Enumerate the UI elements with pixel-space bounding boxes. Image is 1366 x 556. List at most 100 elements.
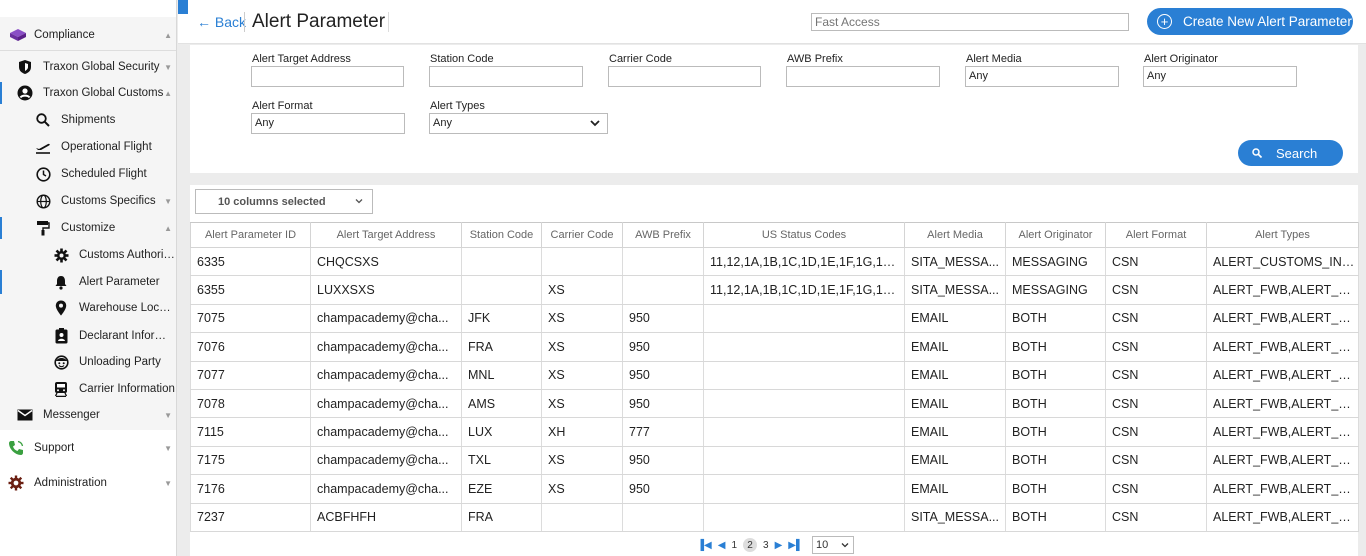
sidebar-item-customs-specifics[interactable]: Customs Specifics ▼	[0, 191, 176, 211]
table-cell: MESSAGING	[1005, 246, 1106, 277]
table-cell	[541, 502, 623, 532]
table-cell: CSN	[1105, 332, 1207, 362]
sidebar-item-operational-flight[interactable]: Operational Flight	[0, 137, 176, 157]
table-row[interactable]: 7076 champacademy@cha... FRA XS 950 EMAIL BOTH…	[190, 332, 1359, 362]
shield-icon	[15, 57, 35, 77]
sidebar-item-customize[interactable]: Customize ▲	[0, 218, 176, 238]
column-header[interactable]: AWB Prefix	[622, 222, 704, 248]
alert-originator-select[interactable]: Any	[1143, 66, 1297, 87]
table-cell: BOTH	[1005, 502, 1106, 532]
sidebar-item-declarant-information[interactable]: Declarant Informat...	[0, 326, 176, 346]
column-header[interactable]: Station Code	[461, 222, 542, 248]
table-cell: 7077	[190, 360, 311, 390]
table-row[interactable]: 6355 LUXXSXS XS 11,12,1A,1B,1C,1D,1E,1F,1G,…	[190, 275, 1359, 305]
table-row[interactable]: 7175 champacademy@cha... TXL XS 950 EMAIL BOTH…	[190, 445, 1359, 476]
column-header[interactable]: Alert Target Address	[310, 222, 462, 248]
sidebar-item-support[interactable]: Support ▼	[0, 438, 176, 458]
table-cell: FRA	[461, 332, 542, 362]
chevron-down-icon	[590, 120, 600, 127]
page-number[interactable]: 3	[763, 540, 769, 551]
alert-format-select[interactable]: Any	[251, 113, 405, 134]
sidebar-item-label: Messenger	[43, 409, 100, 421]
search-icon	[33, 110, 53, 130]
awb-prefix-input[interactable]	[786, 66, 940, 87]
prev-page-icon[interactable]: ◀	[718, 540, 726, 551]
page-number-current[interactable]: 2	[743, 538, 757, 552]
table-cell: MESSAGING	[1005, 275, 1106, 305]
table-cell: 7176	[190, 474, 311, 504]
search-button[interactable]: Search	[1238, 140, 1343, 166]
table-cell: 7115	[190, 417, 311, 447]
back-button[interactable]: ← Back	[197, 14, 246, 30]
column-header[interactable]: US Status Codes	[703, 222, 905, 248]
sidebar-item-scheduled-flight[interactable]: Scheduled Flight	[0, 164, 176, 184]
chevron-down-icon: ▼	[164, 478, 172, 488]
table-row[interactable]: 6335 CHQCSXS 11,12,1A,1B,1C,1D,1E,1F,1G,1H…	[190, 246, 1359, 277]
table-cell: EMAIL	[904, 332, 1006, 362]
column-header[interactable]: Alert Originator	[1005, 222, 1106, 248]
table-row[interactable]: 7077 champacademy@cha... MNL XS 950 EMAIL BOTH…	[190, 360, 1359, 390]
pagination: ▐◀ ◀ 1 2 3 ▶ ▶▌ 10	[190, 534, 1358, 556]
table-cell: 950	[622, 303, 704, 334]
page-title: Alert Parameter	[252, 11, 386, 32]
sidebar-item-compliance[interactable]: Compliance ▲	[0, 25, 176, 45]
chevron-up-icon: ▲	[164, 88, 172, 98]
table-cell: ACBFHFH	[310, 502, 462, 532]
columns-selector-dropdown[interactable]: 10 columns selected	[195, 189, 373, 214]
table-cell: ALERT_CUSTOMS_INF...	[1206, 246, 1359, 277]
alert-target-address-input[interactable]	[251, 66, 404, 87]
column-header[interactable]: Alert Format	[1105, 222, 1207, 248]
table-cell: SITA_MESSA...	[904, 502, 1006, 532]
table-cell: BOTH	[1005, 360, 1106, 390]
table-cell: BOTH	[1005, 303, 1106, 334]
sidebar-item-carrier-information[interactable]: Carrier Information	[0, 379, 176, 399]
sidebar-item-traxon-global-security[interactable]: Traxon Global Security ▼	[0, 57, 176, 77]
sidebar-item-label: Customize	[61, 222, 116, 234]
page-size-select[interactable]: 10	[812, 536, 855, 554]
chevron-down-icon: ▼	[164, 410, 172, 420]
first-page-icon[interactable]: ▐◀	[697, 540, 712, 551]
column-header[interactable]: Alert Parameter ID	[190, 222, 311, 248]
create-new-alert-parameter-button[interactable]: + Create New Alert Parameter	[1147, 8, 1353, 35]
table-row[interactable]: 7075 champacademy@cha... JFK XS 950 EMAIL BOTH…	[190, 303, 1359, 334]
station-code-input[interactable]	[429, 66, 583, 87]
column-header[interactable]: Alert Media	[904, 222, 1006, 248]
table-cell: CSN	[1105, 360, 1207, 390]
table-row[interactable]: 7115 champacademy@cha... LUX XH 777 EMAIL BOTH…	[190, 417, 1359, 447]
page-number[interactable]: 1	[731, 540, 737, 551]
next-page-icon[interactable]: ▶	[775, 540, 783, 551]
main-content: ← Back Alert Parameter + Create New Aler…	[178, 0, 1366, 556]
sidebar-item-warehouse-location[interactable]: Warehouse Location	[0, 298, 176, 318]
sidebar-item-customs-authority[interactable]: Customs Authority...	[0, 245, 176, 265]
alert-media-select[interactable]: Any	[965, 66, 1119, 87]
last-page-icon[interactable]: ▶▌	[788, 540, 803, 551]
alert-types-select[interactable]: Any	[429, 113, 608, 134]
sidebar-item-administration[interactable]: Administration ▼	[0, 473, 176, 493]
sidebar-item-messenger[interactable]: Messenger ▼	[0, 405, 176, 425]
column-header[interactable]: Carrier Code	[541, 222, 623, 248]
table-cell: XS	[541, 332, 623, 362]
sidebar-item-traxon-global-customs[interactable]: Traxon Global Customs ▲	[0, 83, 176, 103]
chevron-up-icon: ▲	[164, 223, 172, 233]
carrier-code-label: Carrier Code	[609, 53, 672, 65]
table-cell: JFK	[461, 303, 542, 334]
sidebar-item-shipments[interactable]: Shipments	[0, 110, 176, 130]
table-row[interactable]: 7078 champacademy@cha... AMS XS 950 EMAIL BOTH…	[190, 388, 1359, 419]
results-grid-panel: 10 columns selected Alert Parameter ID A…	[190, 185, 1359, 556]
sidebar-item-unloading-party[interactable]: Unloading Party	[0, 352, 176, 372]
table-cell: BOTH	[1005, 445, 1106, 476]
carrier-code-input[interactable]	[608, 66, 761, 87]
sidebar-item-alert-parameter[interactable]: Alert Parameter	[0, 272, 176, 292]
table-row[interactable]: 7176 champacademy@cha... EZE XS 950 EMAIL BOTH…	[190, 474, 1359, 504]
table-cell: 7075	[190, 303, 311, 334]
alert-originator-label: Alert Originator	[1144, 53, 1218, 65]
sidebar-item-label: Administration	[34, 477, 107, 489]
table-row[interactable]: 7237 ACBFHFH FRA SITA_MESSA... BOTH CSN ALERT_…	[190, 502, 1359, 532]
sidebar-item-label: Carrier Information	[79, 383, 175, 395]
cog-icon	[6, 473, 26, 493]
filter-panel: Alert Target Address Station Code Carrie…	[190, 45, 1358, 173]
column-header[interactable]: Alert Types	[1206, 222, 1359, 248]
table-cell	[703, 417, 905, 447]
search-icon	[1252, 148, 1262, 158]
fast-access-input[interactable]	[811, 13, 1129, 31]
